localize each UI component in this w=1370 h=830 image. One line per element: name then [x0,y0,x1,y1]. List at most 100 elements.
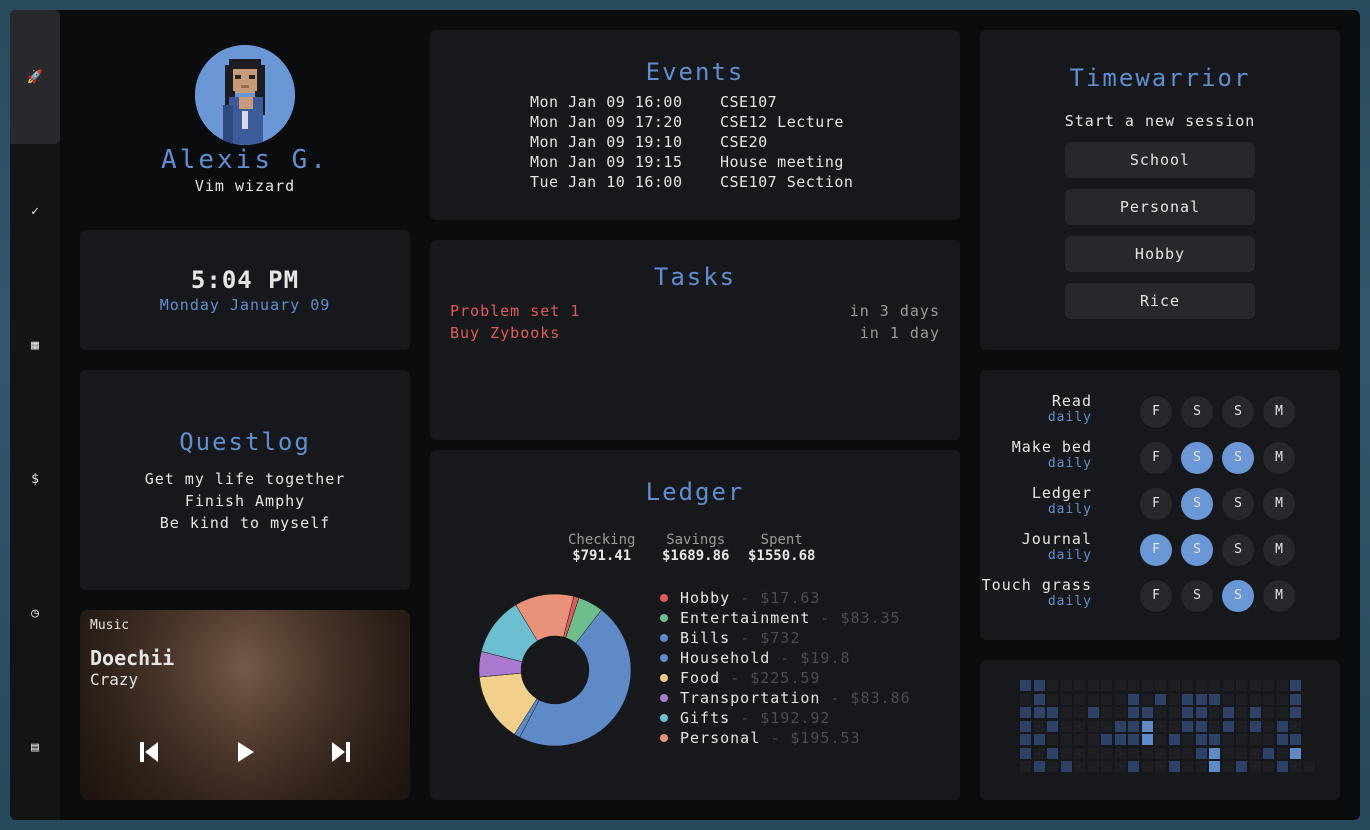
habit-day-toggle[interactable]: F [1140,534,1172,566]
habit-day-toggle[interactable]: F [1140,442,1172,474]
session-rice-button[interactable]: Rice [1065,283,1255,319]
timewarrior-title: Timewarrior [1069,64,1251,92]
habit-day-toggle[interactable]: M [1263,442,1295,474]
legend-amount: - $19.8 [770,649,851,667]
session-hobby-button[interactable]: Hobby [1065,236,1255,272]
heatmap-cell [1101,747,1112,759]
heatmap-cell [1249,693,1261,705]
heatmap-cell [1222,747,1234,759]
event-name: CSE107 Section [720,173,854,191]
habit-day-toggle[interactable]: S [1222,534,1254,566]
play-button[interactable] [230,740,260,770]
heatmap-cell [1060,720,1072,732]
sidebar-item-calendar[interactable]: ▦ [10,278,60,412]
habits-card: Read daily F S S M Make bed daily F S S M Ledger dail… [980,370,1340,640]
next-track-button[interactable] [326,740,356,770]
habit-day-toggle[interactable]: S [1181,396,1213,428]
heatmap-cell [1222,707,1234,718]
legend-label: Bills [680,629,731,647]
heatmap-cell [1155,761,1166,772]
habit-day-toggle[interactable]: S [1181,488,1213,520]
heatmap-cell [1141,734,1153,745]
event-date: Mon Jan 09 19:15 [530,153,683,171]
habit-row: Read daily F S S M [980,392,1340,432]
legend-swatch [660,694,668,702]
event-row[interactable]: Mon Jan 09 19:15 House meeting [530,152,853,172]
task-row[interactable]: Problem set 1 in 3 days [450,302,940,320]
profile-subtitle: Vim wizard [194,177,296,195]
legend-swatch [660,734,668,742]
heatmap-cell [1209,720,1220,732]
heatmap-cell [1276,707,1288,718]
habit-day-toggle[interactable]: S [1222,488,1254,520]
heatmap-cell [1033,707,1045,718]
sidebar: 🚀 ✓ ▦ $ ◷ ▤ [10,10,60,820]
session-personal-button[interactable]: Personal [1065,189,1255,225]
habit-name: Make bed [1011,438,1092,456]
next-icon [332,742,350,762]
task-row[interactable]: Buy Zybooks in 1 day [450,324,940,342]
heatmap-cell [1182,693,1193,705]
event-row[interactable]: Mon Jan 09 19:10 CSE20 [530,132,853,152]
quest-item[interactable]: Finish Amphy [80,490,410,512]
heatmap-cell [1249,680,1261,691]
heatmap-cell [1155,747,1166,759]
timewarrior-subtitle: Start a new session [1064,112,1256,130]
heatmap-cell [1087,734,1099,745]
legend-label: Gifts [680,709,731,727]
heatmap-cell [1182,720,1193,732]
habit-day-toggle[interactable]: F [1140,488,1172,520]
heatmap-cell [1263,693,1274,705]
habit-day-toggle[interactable]: M [1263,534,1295,566]
events-title: Events [645,58,745,86]
habit-day-toggle[interactable]: S [1222,442,1254,474]
heatmap-cell [1195,707,1207,718]
legend-swatch [660,614,668,622]
sidebar-item-check-circle[interactable]: ✓ [10,144,60,278]
habit-frequency: daily [1047,548,1092,563]
heatmap-cell [1060,734,1072,745]
heatmap-cell [1155,680,1166,691]
sidebar-item-notebook[interactable]: ▤ [10,680,60,814]
heatmap-cell [1195,734,1207,745]
calendar-icon: ▦ [31,337,39,353]
previous-track-button[interactable] [134,740,164,770]
habit-day-toggle[interactable]: M [1263,396,1295,428]
habit-day-toggle[interactable]: S [1181,534,1213,566]
legend-item: Gifts - $192.92 [660,708,911,728]
heatmap-cell [1155,707,1166,718]
habit-day-toggle[interactable]: S [1181,442,1213,474]
quest-item[interactable]: Be kind to myself [80,512,410,534]
tasks-card: Tasks Problem set 1 in 3 days Buy Zybook… [430,240,960,440]
legend-swatch [660,634,668,642]
habit-day-toggle[interactable]: S [1222,580,1254,612]
heatmap-cell [1060,761,1072,772]
heatmap-cell [1263,680,1274,691]
event-row[interactable]: Mon Jan 09 16:00 CSE107 [530,92,853,112]
quest-item[interactable]: Get my life together [80,468,410,490]
legend-amount: - $732 [730,629,801,647]
check-circle-icon: ✓ [31,203,39,219]
profile-name: Alexis G. [161,145,329,175]
session-school-button[interactable]: School [1065,142,1255,178]
heatmap-cell [1141,707,1153,718]
heatmap-cell [1141,761,1153,772]
heatmap-cell [1303,761,1315,772]
habit-day-toggle[interactable]: F [1140,396,1172,428]
habit-day-toggle[interactable]: M [1263,488,1295,520]
sidebar-item-clock[interactable]: ◷ [10,546,60,680]
event-row[interactable]: Tue Jan 10 16:00 CSE107 Section [530,172,853,192]
habit-day-toggle[interactable]: F [1140,580,1172,612]
sidebar-item-dollar[interactable]: $ [10,412,60,546]
sidebar-item-rocket[interactable]: 🚀 [10,10,60,144]
heatmap-cell [1168,680,1180,691]
event-row[interactable]: Mon Jan 09 17:20 CSE12 Lecture [530,112,853,132]
habit-day-toggle[interactable]: M [1263,580,1295,612]
habit-frequency: daily [1047,410,1092,425]
heatmap-cell [1195,747,1207,759]
heatmap-cell [1222,693,1234,705]
heatmap-cell [1290,720,1301,732]
heatmap-cell [1290,693,1301,705]
habit-day-toggle[interactable]: S [1181,580,1213,612]
habit-day-toggle[interactable]: S [1222,396,1254,428]
